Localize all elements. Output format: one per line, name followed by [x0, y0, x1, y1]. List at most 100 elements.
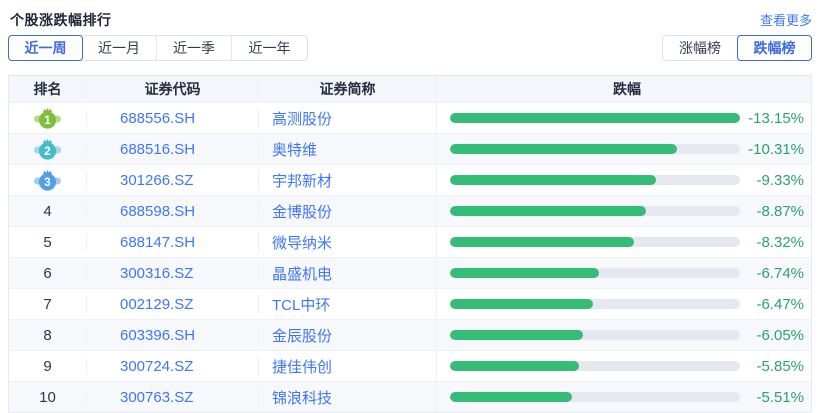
rank-2-medal-icon: 2 — [34, 138, 61, 161]
change-bar-track — [450, 392, 740, 402]
cell-name: 晶盛机电 — [258, 263, 436, 284]
column-header-change: 跌幅 — [436, 76, 811, 102]
table-row: 4 688598.SH 金博股份 -8.87% — [9, 195, 811, 226]
change-bar-fill — [450, 392, 572, 402]
change-bar-track — [450, 237, 740, 247]
rank-3-medal-icon: 3 — [34, 169, 61, 192]
stock-code-link[interactable]: 301266.SZ — [120, 172, 193, 189]
table-row: 8603396.SH金辰股份-6.05% — [9, 319, 811, 350]
board-tab-0[interactable]: 涨幅榜 — [663, 36, 738, 60]
change-value: -8.32% — [740, 234, 804, 251]
cell-name: 金辰股份 — [258, 325, 436, 346]
cell-change: -5.51% — [436, 382, 811, 412]
table-row: 7 002129.SZ TCL中环 -6.47% — [9, 288, 811, 319]
stock-rank-widget: 个股涨跌幅排行 查看更多 近一周近一月近一季近一年 涨幅榜跌幅榜 排名 证券代码… — [0, 0, 820, 413]
stock-name-link[interactable]: 宇邦新材 — [272, 173, 332, 190]
stock-name-link[interactable]: 高测股份 — [272, 111, 332, 128]
stock-code-link[interactable]: 688147.SH — [120, 234, 195, 251]
cell-name: 捷佳伟创 — [258, 356, 436, 377]
change-bar-fill — [450, 175, 656, 185]
change-bar-fill — [450, 237, 634, 247]
svg-text:2: 2 — [44, 146, 50, 158]
stock-code-link[interactable]: 300763.SZ — [120, 389, 193, 406]
stock-code-link[interactable]: 603396.SH — [120, 327, 195, 344]
change-bar-fill — [450, 299, 593, 309]
ranking-table: 排名 证券代码 证券简称 跌幅 1688556.SH高测股份-13.15%268… — [8, 75, 812, 413]
stock-code-link[interactable]: 688516.SH — [120, 141, 195, 158]
page-title: 个股涨跌幅排行 — [8, 10, 112, 30]
table-row: 1688556.SH高测股份-13.15% — [9, 102, 811, 133]
change-value: -10.31% — [740, 141, 804, 158]
stock-name-link[interactable]: 晶盛机电 — [272, 266, 332, 283]
stock-code-link[interactable]: 688598.SH — [120, 203, 195, 220]
cell-rank: 2 — [9, 138, 86, 161]
change-value: -5.51% — [740, 389, 804, 406]
table-row: 5 688147.SH 微导纳米 -8.32% — [9, 226, 811, 257]
period-tab-1[interactable]: 近一月 — [82, 36, 157, 60]
stock-code-link[interactable]: 300316.SZ — [120, 265, 193, 282]
cell-name: 锦浪科技 — [258, 387, 436, 408]
cell-code: 002129.SZ — [86, 296, 258, 313]
stock-code-link[interactable]: 688556.SH — [120, 110, 195, 127]
change-bar-track — [450, 268, 740, 278]
stock-code-link[interactable]: 300724.SZ — [120, 358, 193, 375]
change-value: -6.74% — [740, 265, 804, 282]
stock-name-link[interactable]: 奥特维 — [272, 142, 317, 159]
stock-name-link[interactable]: TCL中环 — [272, 297, 330, 314]
change-bar-track — [450, 175, 740, 185]
change-bar-fill — [450, 361, 579, 371]
stock-name-link[interactable]: 金辰股份 — [272, 328, 332, 345]
stock-name-link[interactable]: 金博股份 — [272, 204, 332, 221]
view-more-link[interactable]: 查看更多 — [760, 10, 812, 29]
cell-rank: 9 — [9, 358, 86, 375]
title-bar: 个股涨跌幅排行 查看更多 — [8, 0, 812, 30]
rank-number: 5 — [43, 234, 51, 251]
table-row: 9 300724.SZ 捷佳伟创 -5.85% — [9, 350, 811, 381]
stock-code-link[interactable]: 002129.SZ — [120, 296, 193, 313]
change-bar-track — [450, 113, 740, 123]
stock-name-link[interactable]: 微导纳米 — [272, 235, 332, 252]
period-tab-2[interactable]: 近一季 — [157, 36, 232, 60]
change-bar-fill — [450, 113, 740, 123]
column-header-rank: 排名 — [9, 79, 86, 99]
change-value: -9.33% — [740, 172, 804, 189]
change-value: -8.87% — [740, 203, 804, 220]
cell-name: 高测股份 — [258, 108, 436, 129]
change-bar-track — [450, 299, 740, 309]
cell-code: 300763.SZ — [86, 389, 258, 406]
cell-code: 688598.SH — [86, 203, 258, 220]
cell-code: 301266.SZ — [86, 172, 258, 189]
table-row: 6 300316.SZ 晶盛机电 -6.74% — [9, 257, 811, 288]
rank-number: 4 — [43, 203, 51, 220]
period-tab-0[interactable]: 近一周 — [8, 35, 83, 61]
cell-rank: 6 — [9, 265, 86, 282]
table-body: 1688556.SH高测股份-13.15%2688516.SH奥特维-10.31… — [9, 102, 811, 412]
change-value: -6.47% — [740, 296, 804, 313]
rank-1-medal-icon: 1 — [34, 107, 61, 130]
change-bar-track — [450, 330, 740, 340]
rank-number: 6 — [43, 265, 51, 282]
cell-code: 688516.SH — [86, 141, 258, 158]
board-tab-1[interactable]: 跌幅榜 — [737, 35, 812, 61]
stock-name-link[interactable]: 捷佳伟创 — [272, 359, 332, 376]
cell-change: -6.47% — [436, 289, 811, 319]
period-tab-3[interactable]: 近一年 — [232, 36, 307, 60]
svg-text:1: 1 — [44, 115, 51, 127]
cell-rank: 8 — [9, 327, 86, 344]
stock-name-link[interactable]: 锦浪科技 — [272, 390, 332, 407]
cell-code: 603396.SH — [86, 327, 258, 344]
cell-rank: 10 — [9, 389, 86, 406]
cell-rank: 1 — [9, 107, 86, 130]
cell-change: -10.31% — [436, 134, 811, 164]
rank-number: 8 — [43, 327, 51, 344]
column-header-name: 证券简称 — [258, 79, 436, 99]
rank-number: 7 — [43, 296, 51, 313]
rank-number: 9 — [43, 358, 51, 375]
rank-number: 10 — [39, 389, 56, 406]
cell-code: 688556.SH — [86, 110, 258, 127]
column-header-code: 证券代码 — [86, 79, 258, 99]
cell-change: -5.85% — [436, 351, 811, 381]
controls-row: 近一周近一月近一季近一年 涨幅榜跌幅榜 — [8, 35, 812, 61]
cell-change: -9.33% — [436, 165, 811, 195]
cell-code: 300316.SZ — [86, 265, 258, 282]
